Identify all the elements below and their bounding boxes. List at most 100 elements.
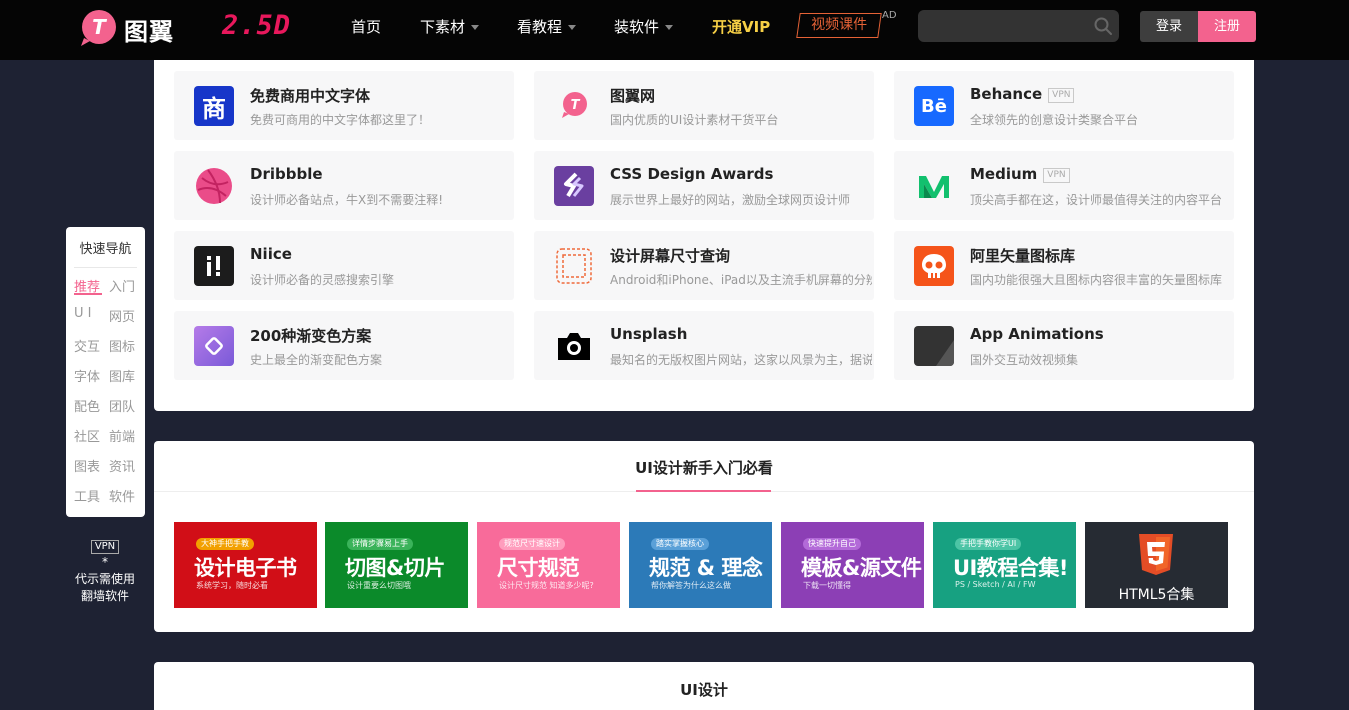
quick-nav-item[interactable]: 软件 [109, 486, 135, 505]
banner-design-ebook[interactable]: 大神手把手教 设计电子书 系统学习，随时必看 [174, 522, 317, 608]
quick-nav-item[interactable]: 交互 [74, 336, 100, 355]
cssda-icon [554, 166, 594, 206]
quick-nav-active-indicator [74, 293, 102, 295]
site-medium[interactable]: Medium VPN 顶尖高手都在这，设计师最值得关注的内容平台 [894, 151, 1234, 220]
quick-nav-item[interactable]: 社区 [74, 426, 100, 445]
site-name: 图翼网 [610, 87, 656, 105]
banner-subtitle: 设计尺寸规范 知道多少呢? [499, 581, 594, 590]
banner-subtitle: 系统学习，随时必看 [196, 581, 268, 590]
chevron-down-icon [471, 25, 480, 30]
quick-nav-item[interactable]: U I [74, 306, 91, 321]
site-behance[interactable]: Bē Behance VPN 全球领先的创意设计类聚合平台 [894, 71, 1234, 140]
nav-software[interactable]: 装软件 [614, 16, 674, 38]
site-name: 200种渐变色方案 [250, 327, 372, 345]
banner-title: HTML5合集 [1118, 587, 1195, 603]
medium-icon [914, 166, 954, 206]
banner-slicing[interactable]: 详情步骤易上手 切图&切片 设计重要么切图哦 [325, 522, 468, 608]
vpn-tag: VPN [1043, 168, 1070, 183]
site-desc: 最知名的无版权图片网站，这家以风景为主，据说 [610, 353, 872, 367]
site-desc: 国内优质的UI设计素材干货平台 [610, 113, 779, 127]
banner-html5[interactable]: HTML5合集 [1085, 522, 1228, 608]
note-line: 翻墙软件 [80, 589, 129, 603]
quick-nav-item[interactable]: 图库 [109, 366, 135, 385]
chevron-down-icon [665, 25, 674, 30]
quick-nav-title: 快速导航 [79, 242, 132, 257]
vpn-side-note: VPN * 代示需使用 翻墙软件 [60, 537, 150, 605]
site-gradients[interactable]: 200种渐变色方案 史上最全的渐变配色方案 [174, 311, 514, 380]
quick-nav-item[interactable]: 配色 [74, 396, 100, 415]
banner-principles[interactable]: 踏实掌握核心 规范 & 理念 帮你解答为什么这么做 [629, 522, 772, 608]
quick-nav-item[interactable]: 图表 [74, 456, 100, 475]
nav-software-label: 装软件 [614, 18, 660, 36]
tuyi-logo-icon[interactable]: T [78, 8, 118, 48]
site-cssda[interactable]: CSS Design Awards 展示世界上最好的网站，激励全球网页设计师 [534, 151, 874, 220]
niice-icon [194, 246, 234, 286]
banner-title: 设计电子书 [194, 556, 297, 580]
nav-home[interactable]: 首页 [351, 16, 381, 38]
site-name: Medium VPN [970, 165, 1070, 183]
site-free-fonts[interactable]: 商 免费商用中文字体 免费可商用的中文字体都这里了！ [174, 71, 514, 140]
dribbble-icon [194, 166, 234, 206]
banner-tag: 快速提升自己 [803, 538, 861, 550]
section-title: UI设计 [680, 681, 728, 699]
nav-vip[interactable]: 开通VIP [712, 16, 770, 38]
note-star: * [102, 555, 108, 569]
nav-home-label: 首页 [351, 18, 382, 36]
search-input[interactable] [918, 10, 1119, 42]
note-line: 代示需使用 [74, 572, 135, 586]
behance-icon: Bē [914, 86, 954, 126]
site-name: Unsplash [610, 325, 688, 343]
site-iconfont[interactable]: 阿里矢量图标库 国内功能很强大且图标内容很丰富的矢量图标库 [894, 231, 1234, 300]
site-dribbble[interactable]: Dribbble 设计师必备站点，牛X到不需要注释! [174, 151, 514, 220]
quick-nav-item[interactable]: 资讯 [109, 456, 135, 475]
quick-nav-item[interactable]: 前端 [109, 426, 135, 445]
site-app-animations[interactable]: App Animations 国外交互动效视频集 [894, 311, 1234, 380]
search-icon[interactable] [1093, 16, 1113, 36]
quick-nav-item[interactable]: 入门 [109, 276, 135, 295]
site-desc: 展示世界上最好的网站，激励全球网页设计师 [610, 193, 851, 207]
register-button[interactable]: 注册 [1198, 11, 1256, 42]
banner-title: 尺寸规范 [497, 556, 580, 580]
banner-subtitle: 下载一切懂得 [803, 581, 851, 590]
iconfont-icon [914, 246, 954, 286]
site-desc: 全球领先的创意设计类聚合平台 [970, 113, 1139, 127]
nav-materials[interactable]: 下素材 [420, 16, 480, 38]
site-tuyi[interactable]: T 图翼网 国内优质的UI设计素材干货平台 [534, 71, 874, 140]
banner-tag: 详情步骤易上手 [347, 538, 413, 550]
site-name: 设计屏幕尺寸查询 [610, 247, 731, 265]
top-bar: T 图翼 2.5D 首页 下素材 看教程 装软件 开通VIP 视频课件 AD 登… [0, 0, 1349, 60]
nav-materials-label: 下素材 [420, 18, 466, 36]
quick-nav-item[interactable]: 工具 [74, 486, 100, 505]
banner-tag: 大神手把手教 [196, 538, 254, 550]
nav-tutorials[interactable]: 看教程 [517, 16, 577, 38]
site-name-text: Behance [970, 85, 1043, 103]
quick-nav-divider [74, 267, 137, 268]
logo-text[interactable]: 图翼 [124, 12, 174, 47]
nav-vip-label: 开通VIP [712, 18, 771, 36]
banner-tag: 规范尺寸速设计 [499, 538, 565, 550]
quick-nav-item[interactable]: 团队 [109, 396, 135, 415]
video-course-label: 视频课件 [811, 17, 868, 33]
site-desc: 国内功能很强大且图标内容很丰富的矢量图标库 [970, 273, 1223, 287]
screen-size-icon [554, 246, 594, 286]
shang-icon: 商 [194, 86, 234, 126]
quick-nav-item[interactable]: 图标 [109, 336, 135, 355]
site-name: 阿里矢量图标库 [970, 247, 1076, 265]
banner-tag: 踏实掌握核心 [651, 538, 709, 550]
banner-templates[interactable]: 快速提升自己 模板&源文件 下载一切懂得 [781, 522, 924, 608]
quick-nav-item[interactable]: 字体 [74, 366, 100, 385]
site-name: Behance VPN [970, 85, 1075, 103]
banner-ui-tutorials[interactable]: 手把手教你学UI UI教程合集! PS / Sketch / AI / FW [933, 522, 1076, 608]
banner-size-spec[interactable]: 规范尺寸速设计 尺寸规范 设计尺寸规范 知道多少呢? [477, 522, 620, 608]
site-screen-size[interactable]: 设计屏幕尺寸查询 Android和iPhone、iPad以及主流手机屏幕的分辨率 [534, 231, 874, 300]
quick-nav-item[interactable]: 网页 [109, 306, 135, 325]
video-course-button[interactable]: 视频课件 [796, 13, 882, 38]
banner-subtitle: 设计重要么切图哦 [347, 581, 411, 590]
vpn-tag: VPN [90, 540, 120, 554]
site-desc: 设计师必备站点，牛X到不需要注释! [250, 193, 444, 207]
site-unsplash[interactable]: Unsplash 最知名的无版权图片网站，这家以风景为主，据说 [534, 311, 874, 380]
site-niice[interactable]: Niice 设计师必备的灵感搜索引擎 [174, 231, 514, 300]
login-button[interactable]: 登录 [1140, 11, 1198, 42]
svg-text:T: T [571, 98, 581, 113]
site-desc: 顶尖高手都在这，设计师最值得关注的内容平台 [970, 193, 1223, 207]
